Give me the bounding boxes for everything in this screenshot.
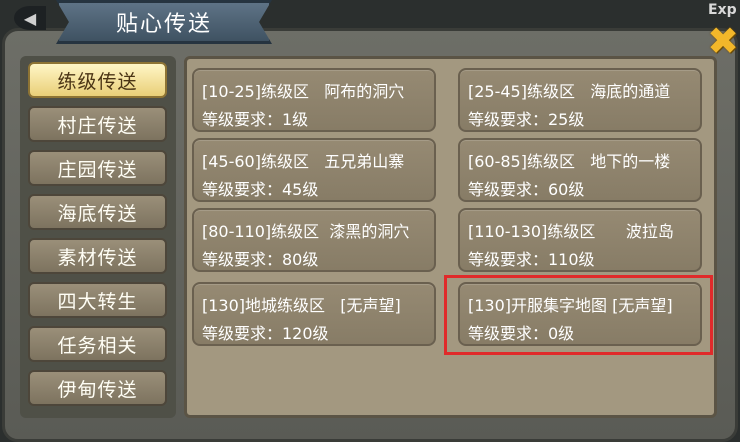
destination-name: [130]地城练级区 [无声望] bbox=[202, 296, 401, 315]
sidebar-item-eden[interactable]: 伊甸传送 bbox=[28, 370, 167, 406]
sidebar-item-label: 伊甸传送 bbox=[57, 378, 138, 401]
level-requirement: 等级要求：45级 bbox=[202, 180, 319, 199]
destination-name: [10-25]练级区 阿布的洞穴 bbox=[202, 82, 405, 101]
window-title: 贴心传送 bbox=[115, 12, 212, 37]
destination-card[interactable]: [10-25]练级区 阿布的洞穴 等级要求：1级 bbox=[192, 68, 436, 132]
destination-card[interactable]: [80-110]练级区 漆黑的洞穴 等级要求：80级 bbox=[192, 208, 436, 272]
sidebar-item-label: 练级传送 bbox=[57, 70, 138, 93]
window-title-banner: 贴心传送 bbox=[56, 0, 272, 44]
destination-card[interactable]: [60-85]练级区 地下的一楼 等级要求：60级 bbox=[458, 138, 702, 202]
destination-card[interactable]: [130]地城练级区 [无声望] 等级要求：120级 bbox=[192, 282, 436, 346]
destination-card[interactable]: [110-130]练级区 波拉岛 等级要求：110级 bbox=[458, 208, 702, 272]
sidebar-item-label: 四大转生 bbox=[57, 290, 138, 313]
destination-name: [25-45]练级区 海底的通道 bbox=[468, 82, 671, 101]
level-requirement: 等级要求：1级 bbox=[202, 110, 309, 129]
level-requirement: 等级要求：80级 bbox=[202, 250, 319, 269]
sidebar-item-label: 任务相关 bbox=[57, 334, 138, 357]
destination-name: [80-110]练级区 漆黑的洞穴 bbox=[202, 222, 410, 241]
level-requirement: 等级要求：120级 bbox=[202, 324, 329, 343]
destination-card[interactable]: [45-60]练级区 五兄弟山寨 等级要求：45级 bbox=[192, 138, 436, 202]
sidebar-item-materials[interactable]: 素材传送 bbox=[28, 238, 167, 274]
level-requirement: 等级要求：25级 bbox=[468, 110, 585, 129]
back-button[interactable]: ◀ bbox=[14, 6, 46, 30]
destination-name: [110-130]练级区 波拉岛 bbox=[468, 222, 674, 241]
category-sidebar: 练级传送 村庄传送 庄园传送 海底传送 素材传送 四大转生 任务相关 伊甸传送 bbox=[20, 56, 176, 418]
close-button[interactable]: ✖ bbox=[704, 19, 740, 63]
sidebar-item-label: 海底传送 bbox=[57, 202, 138, 225]
sidebar-item-manor[interactable]: 庄园传送 bbox=[28, 150, 167, 186]
back-arrow-icon: ◀ bbox=[23, 8, 37, 28]
level-requirement: 等级要求：60级 bbox=[468, 180, 585, 199]
level-requirement: 等级要求：110级 bbox=[468, 250, 595, 269]
destination-card[interactable]: [25-45]练级区 海底的通道 等级要求：25级 bbox=[458, 68, 702, 132]
sidebar-item-label: 素材传送 bbox=[57, 246, 138, 269]
sidebar-item-quests[interactable]: 任务相关 bbox=[28, 326, 167, 362]
sidebar-item-leveling[interactable]: 练级传送 bbox=[28, 62, 167, 98]
sidebar-item-seabed[interactable]: 海底传送 bbox=[28, 194, 167, 230]
sidebar-item-label: 村庄传送 bbox=[57, 114, 138, 137]
sidebar-item-rebirth[interactable]: 四大转生 bbox=[28, 282, 167, 318]
sidebar-item-village[interactable]: 村庄传送 bbox=[28, 106, 167, 142]
exp-label: Exp bbox=[708, 2, 737, 18]
highlight-box bbox=[444, 275, 713, 355]
destination-name: [45-60]练级区 五兄弟山寨 bbox=[202, 152, 405, 171]
destination-name: [60-85]练级区 地下的一楼 bbox=[468, 152, 671, 171]
sidebar-item-label: 庄园传送 bbox=[57, 158, 138, 181]
